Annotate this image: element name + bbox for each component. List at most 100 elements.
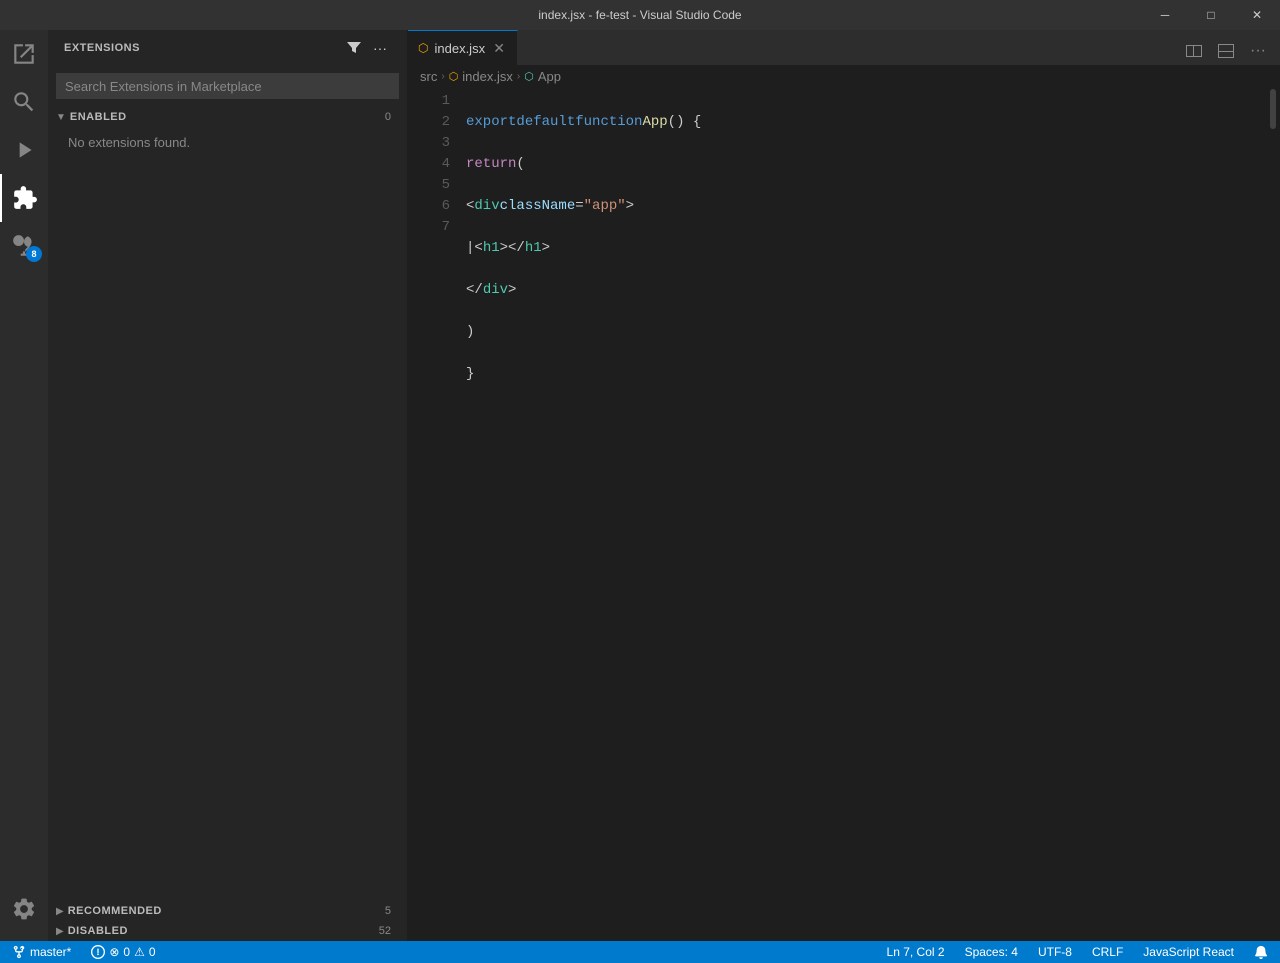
- more-actions-icon: ···: [1250, 42, 1266, 60]
- disabled-section-label: DISABLED: [68, 925, 128, 937]
- activity-icon-source-control[interactable]: 8: [0, 222, 48, 270]
- status-right: Ln 7, Col 2 Spaces: 4 UTF-8 CRLF JavaScr…: [883, 941, 1272, 963]
- tab-close-button[interactable]: ✕: [491, 40, 507, 56]
- minimize-button[interactable]: ─: [1142, 0, 1188, 30]
- recommended-section-left: ▶ RECOMMENDED: [56, 905, 162, 917]
- maximize-button[interactable]: □: [1188, 0, 1234, 30]
- enabled-section-label: ENABLED: [70, 111, 127, 123]
- filter-extensions-button[interactable]: [343, 37, 365, 59]
- jsx-file-icon: ⬡: [418, 41, 428, 55]
- sidebar-header-actions: ···: [343, 37, 391, 59]
- extensions-search-input[interactable]: [56, 73, 399, 99]
- enabled-section-left: ▼ ENABLED: [56, 111, 127, 123]
- sidebar-header: EXTENSIONS ···: [48, 30, 407, 65]
- indentation-label: Spaces: 4: [965, 945, 1018, 959]
- window-title: index.jsx - fe-test - Visual Studio Code: [538, 8, 741, 22]
- activity-icon-search[interactable]: [0, 78, 48, 126]
- title-bar: index.jsx - fe-test - Visual Studio Code…: [0, 0, 1280, 30]
- code-line-7: }: [466, 364, 1266, 385]
- settings-icon: [11, 896, 37, 922]
- git-branch-label: master*: [30, 945, 71, 959]
- disabled-section-header[interactable]: ▶ DISABLED 52: [48, 921, 407, 941]
- line-ending-label: CRLF: [1092, 945, 1123, 959]
- activity-icon-run[interactable]: [0, 126, 48, 174]
- search-activity-icon: [11, 89, 37, 115]
- code-line-1: export default function App() {: [466, 112, 1266, 133]
- git-branch-status[interactable]: master*: [8, 941, 75, 963]
- recommended-count: 5: [385, 905, 391, 917]
- encoding-status[interactable]: UTF-8: [1034, 941, 1076, 963]
- error-count: 0: [123, 945, 130, 959]
- more-editor-actions-button[interactable]: ···: [1244, 37, 1272, 65]
- cursor-position-status[interactable]: Ln 7, Col 2: [883, 941, 949, 963]
- line-ending-status[interactable]: CRLF: [1088, 941, 1127, 963]
- activity-icon-settings[interactable]: [0, 885, 48, 933]
- line-numbers: 1 2 3 4 5 6 7: [408, 89, 458, 941]
- breadcrumb-symbol-icon: ⬡: [524, 70, 534, 83]
- enabled-chevron-icon: ▼: [56, 112, 66, 123]
- close-button[interactable]: ✕: [1234, 0, 1280, 30]
- explorer-icon: [11, 41, 37, 67]
- breadcrumb-symbol-label: App: [538, 69, 561, 84]
- editor-scrollbar: [1266, 89, 1280, 941]
- encoding-label: UTF-8: [1038, 945, 1072, 959]
- warning-count: 0: [149, 945, 156, 959]
- recommended-chevron-icon: ▶: [56, 906, 64, 917]
- breadcrumb-sep-2: ›: [517, 71, 520, 82]
- breadcrumb-sep-1: ›: [441, 71, 444, 82]
- breadcrumb-file-label: index.jsx: [462, 69, 513, 84]
- ellipsis-icon: ···: [373, 40, 387, 56]
- code-line-4: | <h1></h1>: [466, 238, 1266, 259]
- recommended-section-label: RECOMMENDED: [68, 905, 162, 917]
- breadcrumb: src › ⬡ index.jsx › ⬡ App: [408, 65, 1280, 89]
- source-control-badge: 8: [26, 246, 42, 262]
- notifications-icon: [1254, 945, 1268, 959]
- scrollbar-thumb: [1270, 89, 1276, 129]
- no-extensions-message: No extensions found.: [48, 127, 407, 158]
- errors-label: ⊗: [109, 945, 119, 959]
- extensions-icon: [12, 185, 38, 211]
- errors-status[interactable]: ⊗ 0 ⚠ 0: [87, 941, 159, 963]
- indentation-status[interactable]: Spaces: 4: [961, 941, 1022, 963]
- code-editor: 1 2 3 4 5 6 7 export default function Ap…: [408, 89, 1280, 941]
- run-icon: [11, 137, 37, 163]
- filter-icon: [346, 40, 362, 56]
- breadcrumb-src[interactable]: src: [420, 69, 437, 84]
- activity-icon-extensions[interactable]: [0, 174, 48, 222]
- split-editor-icon: [1186, 43, 1202, 59]
- disabled-chevron-icon: ▶: [56, 926, 64, 937]
- code-line-5: </div>: [466, 280, 1266, 301]
- code-content[interactable]: export default function App() { return (…: [458, 89, 1266, 941]
- extensions-sidebar: EXTENSIONS ··· ▼ ENABLED 0: [48, 30, 408, 941]
- main-content: 8 EXTENSIONS ···: [0, 30, 1280, 941]
- disabled-count: 52: [379, 925, 391, 937]
- toggle-panel-icon: [1218, 43, 1234, 59]
- search-container: [48, 65, 407, 107]
- activity-bar: 8: [0, 30, 48, 941]
- toggle-panel-button[interactable]: [1212, 37, 1240, 65]
- warnings-label: ⚠: [134, 945, 145, 959]
- error-icon: [91, 945, 105, 959]
- editor-area: ⬡ index.jsx ✕ ···: [408, 30, 1280, 941]
- code-line-3: <div className="app">: [466, 196, 1266, 217]
- editor-tab-index-jsx[interactable]: ⬡ index.jsx ✕: [408, 30, 518, 65]
- window-controls: ─ □ ✕: [1142, 0, 1280, 30]
- recommended-section-header[interactable]: ▶ RECOMMENDED 5: [48, 901, 407, 921]
- status-bar: master* ⊗ 0 ⚠ 0 Ln 7, Col 2 Spaces: 4 UT…: [0, 941, 1280, 963]
- disabled-section-left: ▶ DISABLED: [56, 925, 128, 937]
- language-label: JavaScript React: [1143, 945, 1234, 959]
- notifications-status[interactable]: [1250, 941, 1272, 963]
- enabled-section-header[interactable]: ▼ ENABLED 0: [48, 107, 407, 127]
- tab-bar: ⬡ index.jsx ✕ ···: [408, 30, 1280, 65]
- sidebar-spacer: [48, 158, 407, 901]
- git-branch-icon: [12, 945, 26, 959]
- activity-icon-explorer[interactable]: [0, 30, 48, 78]
- more-actions-button[interactable]: ···: [369, 37, 391, 59]
- breadcrumb-file[interactable]: ⬡ index.jsx: [449, 69, 513, 84]
- code-line-2: return (: [466, 154, 1266, 175]
- breadcrumb-symbol[interactable]: ⬡ App: [524, 69, 561, 84]
- tab-filename: index.jsx: [434, 41, 485, 56]
- split-editor-button[interactable]: [1180, 37, 1208, 65]
- language-status[interactable]: JavaScript React: [1139, 941, 1238, 963]
- code-line-6: ): [466, 322, 1266, 343]
